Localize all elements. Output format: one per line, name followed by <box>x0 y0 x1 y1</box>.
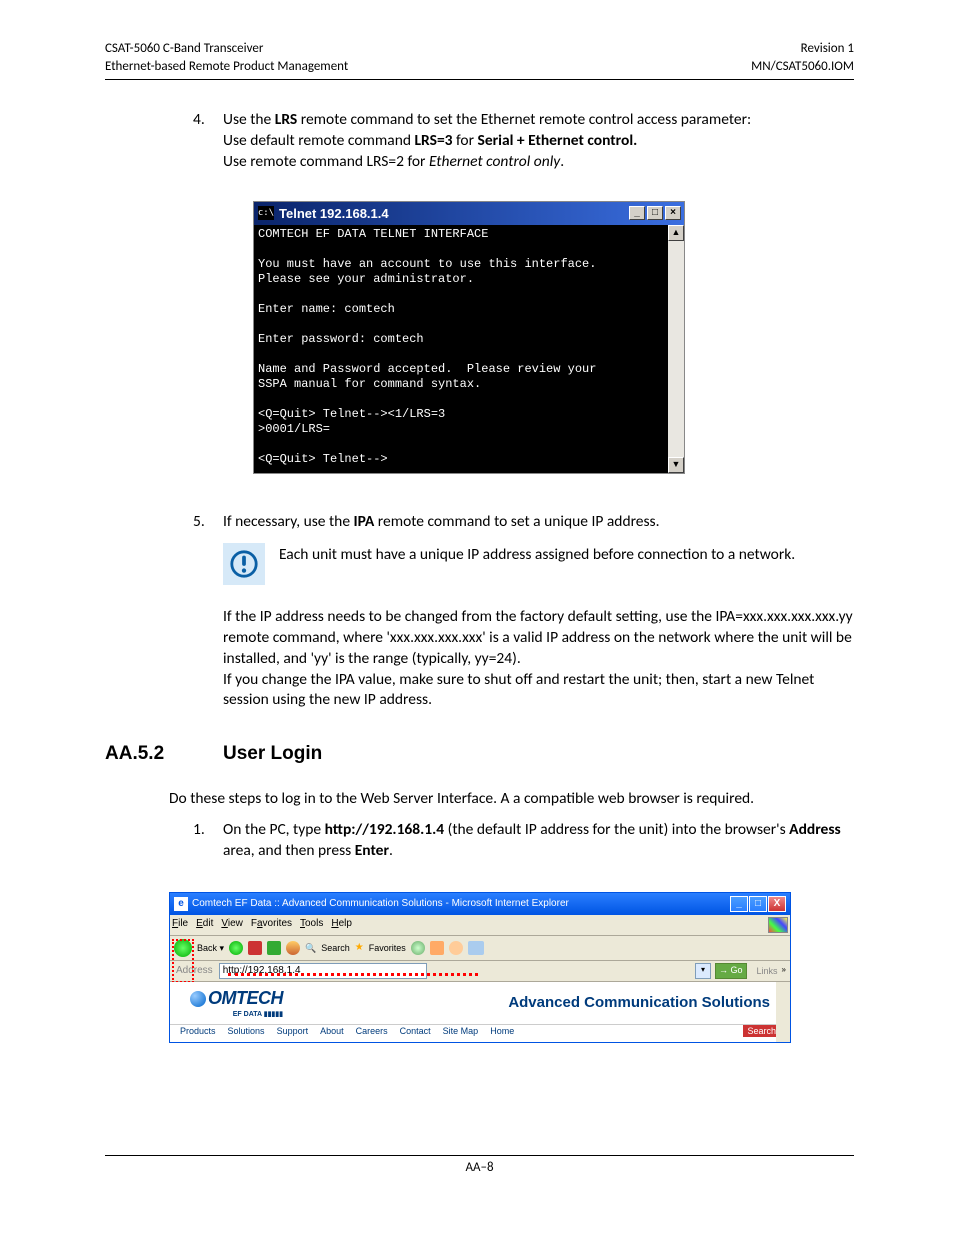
stop-button[interactable] <box>248 941 262 955</box>
nav-solutions[interactable]: Solutions <box>228 1025 265 1037</box>
important-icon <box>223 543 265 585</box>
menu-file[interactable]: File <box>172 917 188 933</box>
favorites-label: Favorites <box>369 942 406 954</box>
note-text: Each unit must have a unique IP address … <box>279 543 854 566</box>
menu-favorites[interactable]: Favorites <box>251 917 292 933</box>
home-button[interactable] <box>286 941 300 955</box>
browser-window: e Comtech EF Data :: Advanced Communicat… <box>169 892 791 1043</box>
search-icon[interactable]: 🔍 <box>305 942 316 954</box>
maximize-button[interactable]: □ <box>749 896 767 912</box>
nav-search[interactable]: Search <box>743 1025 780 1037</box>
browser-content: OMTECH EF DATA ▮▮▮▮▮ Advanced Communicat… <box>170 982 790 1042</box>
refresh-button[interactable] <box>267 941 281 955</box>
browser-addressbar: Address http://192.168.1.4 ▾ → Go Links … <box>170 961 790 982</box>
list-body-4: Use the LRS remote command to set the Et… <box>223 110 854 474</box>
highlight-marker <box>228 973 478 978</box>
nav-careers[interactable]: Careers <box>356 1025 388 1037</box>
scroll-down-button[interactable]: ▼ <box>668 457 684 473</box>
nav-support[interactable]: Support <box>277 1025 309 1037</box>
browser-titlebar: e Comtech EF Data :: Advanced Communicat… <box>170 893 790 915</box>
browser-toolbar[interactable]: Back ▾ 🔍 Search ★ Favorites <box>170 936 790 961</box>
page-header: CSAT-5060 C-Band TransceiverEthernet-bas… <box>105 40 854 80</box>
address-dropdown[interactable]: ▾ <box>695 963 711 979</box>
header-right: Revision 1MN/CSAT5060.IOM <box>751 40 854 75</box>
favorites-icon[interactable]: ★ <box>355 941 364 955</box>
globe-icon <box>190 991 206 1007</box>
history-button[interactable] <box>411 941 425 955</box>
list-number-4: 4. <box>105 110 223 474</box>
telnet-window: c:\ Telnet 192.168.1.4 _ □ × COMTECH EF … <box>253 201 685 474</box>
nav-about[interactable]: About <box>320 1025 344 1037</box>
list-body-5: If necessary, use the IPA remote command… <box>223 512 854 712</box>
nav-products[interactable]: Products <box>180 1025 216 1037</box>
browser-menubar[interactable]: File Edit View Favorites Tools Help <box>170 915 790 936</box>
paragraph: If you change the IPA value, make sure t… <box>223 670 854 712</box>
page-footer: AA–8 <box>105 1155 854 1175</box>
menu-help[interactable]: Help <box>331 917 352 933</box>
telnet-scrollbar[interactable]: ▲ ▼ <box>668 225 684 473</box>
highlight-marker <box>172 939 194 983</box>
paragraph: If the IP address needs to be changed fr… <box>223 607 854 670</box>
section-heading: AA.5.2 User Login <box>105 741 854 767</box>
menu-tools[interactable]: Tools <box>300 917 323 933</box>
minimize-button[interactable]: _ <box>629 206 645 220</box>
menu-view[interactable]: View <box>221 917 243 933</box>
telnet-titlebar: c:\ Telnet 192.168.1.4 _ □ × <box>254 202 684 225</box>
maximize-button[interactable]: □ <box>647 206 663 220</box>
search-label: Search <box>321 942 350 954</box>
scroll-track[interactable] <box>668 241 684 457</box>
nav-contact[interactable]: Contact <box>400 1025 431 1037</box>
menu-edit[interactable]: Edit <box>196 917 213 933</box>
comtech-logo: OMTECH EF DATA ▮▮▮▮▮ <box>190 986 283 1020</box>
back-label: Back ▾ <box>197 942 224 954</box>
nav-sitemap[interactable]: Site Map <box>443 1025 479 1037</box>
list-body-1: On the PC, type http://192.168.1.4 (the … <box>223 820 854 862</box>
content-scrollbar[interactable] <box>776 982 790 1042</box>
close-button[interactable]: × <box>665 206 681 220</box>
header-left: CSAT-5060 C-Band TransceiverEthernet-bas… <box>105 40 348 75</box>
telnet-terminal[interactable]: COMTECH EF DATA TELNET INTERFACE You mus… <box>254 225 668 473</box>
list-number-1: 1. <box>105 820 223 862</box>
nav-home[interactable]: Home <box>490 1025 514 1037</box>
section-intro: Do these steps to log in to the Web Serv… <box>169 789 854 810</box>
messenger-button[interactable] <box>468 941 484 955</box>
banner-text: Advanced Communication Solutions <box>508 993 770 1013</box>
browser-title: Comtech EF Data :: Advanced Communicatio… <box>192 897 729 911</box>
site-nav[interactable]: Products Solutions Support About Careers… <box>170 1024 790 1037</box>
mail-button[interactable] <box>430 941 444 955</box>
list-number-5: 5. <box>105 512 223 712</box>
windows-flag-icon <box>768 917 788 933</box>
close-button[interactable]: X <box>768 896 786 912</box>
scroll-up-button[interactable]: ▲ <box>668 225 684 241</box>
links-label[interactable]: Links <box>757 965 778 977</box>
cmd-icon: c:\ <box>258 206 274 220</box>
ie-icon: e <box>174 897 188 911</box>
go-button[interactable]: → Go <box>715 963 747 979</box>
telnet-title: Telnet 192.168.1.4 <box>279 205 627 223</box>
minimize-button[interactable]: _ <box>730 896 748 912</box>
forward-button[interactable] <box>229 941 243 955</box>
print-button[interactable] <box>449 941 463 955</box>
